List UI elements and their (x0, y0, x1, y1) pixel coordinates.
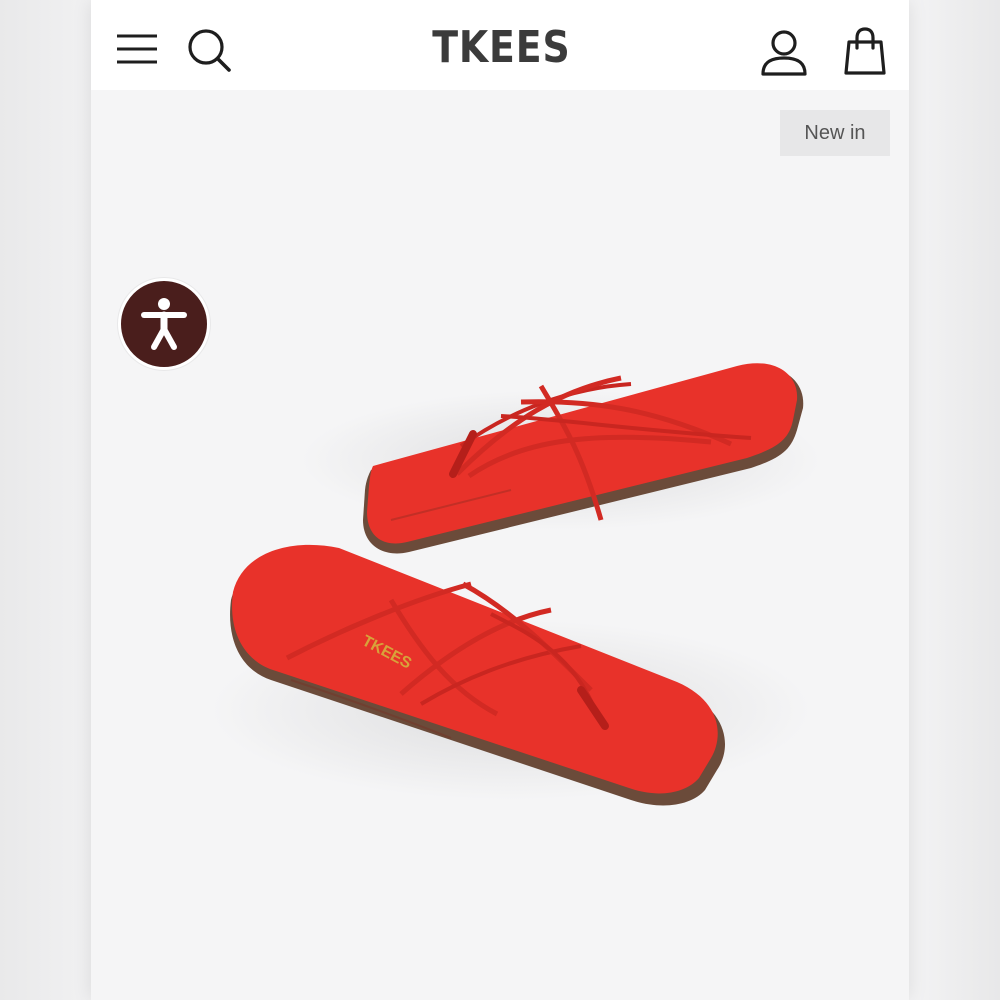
user-account-icon (761, 30, 807, 76)
product-photo-sandals[interactable]: TKEES (91, 90, 909, 1000)
shopping-bag-icon (844, 27, 886, 75)
hamburger-menu-icon (117, 34, 157, 64)
search-button[interactable] (185, 26, 233, 74)
front-sandal: TKEES (211, 544, 811, 806)
brand-logo[interactable]: TKEES (432, 20, 570, 76)
menu-button[interactable] (115, 30, 159, 68)
site-header: TKEES (91, 0, 909, 90)
product-image-area: TKEES New in (91, 90, 909, 1000)
account-button[interactable] (759, 28, 809, 78)
search-icon (188, 29, 231, 72)
accessibility-button[interactable] (118, 278, 210, 370)
accessibility-person-icon (141, 298, 187, 350)
shopping-bag-button[interactable] (843, 26, 887, 76)
mobile-screen: TKEES TKEES New in (91, 0, 909, 1000)
back-sandal (301, 363, 821, 554)
new-in-badge: New in (780, 110, 890, 156)
